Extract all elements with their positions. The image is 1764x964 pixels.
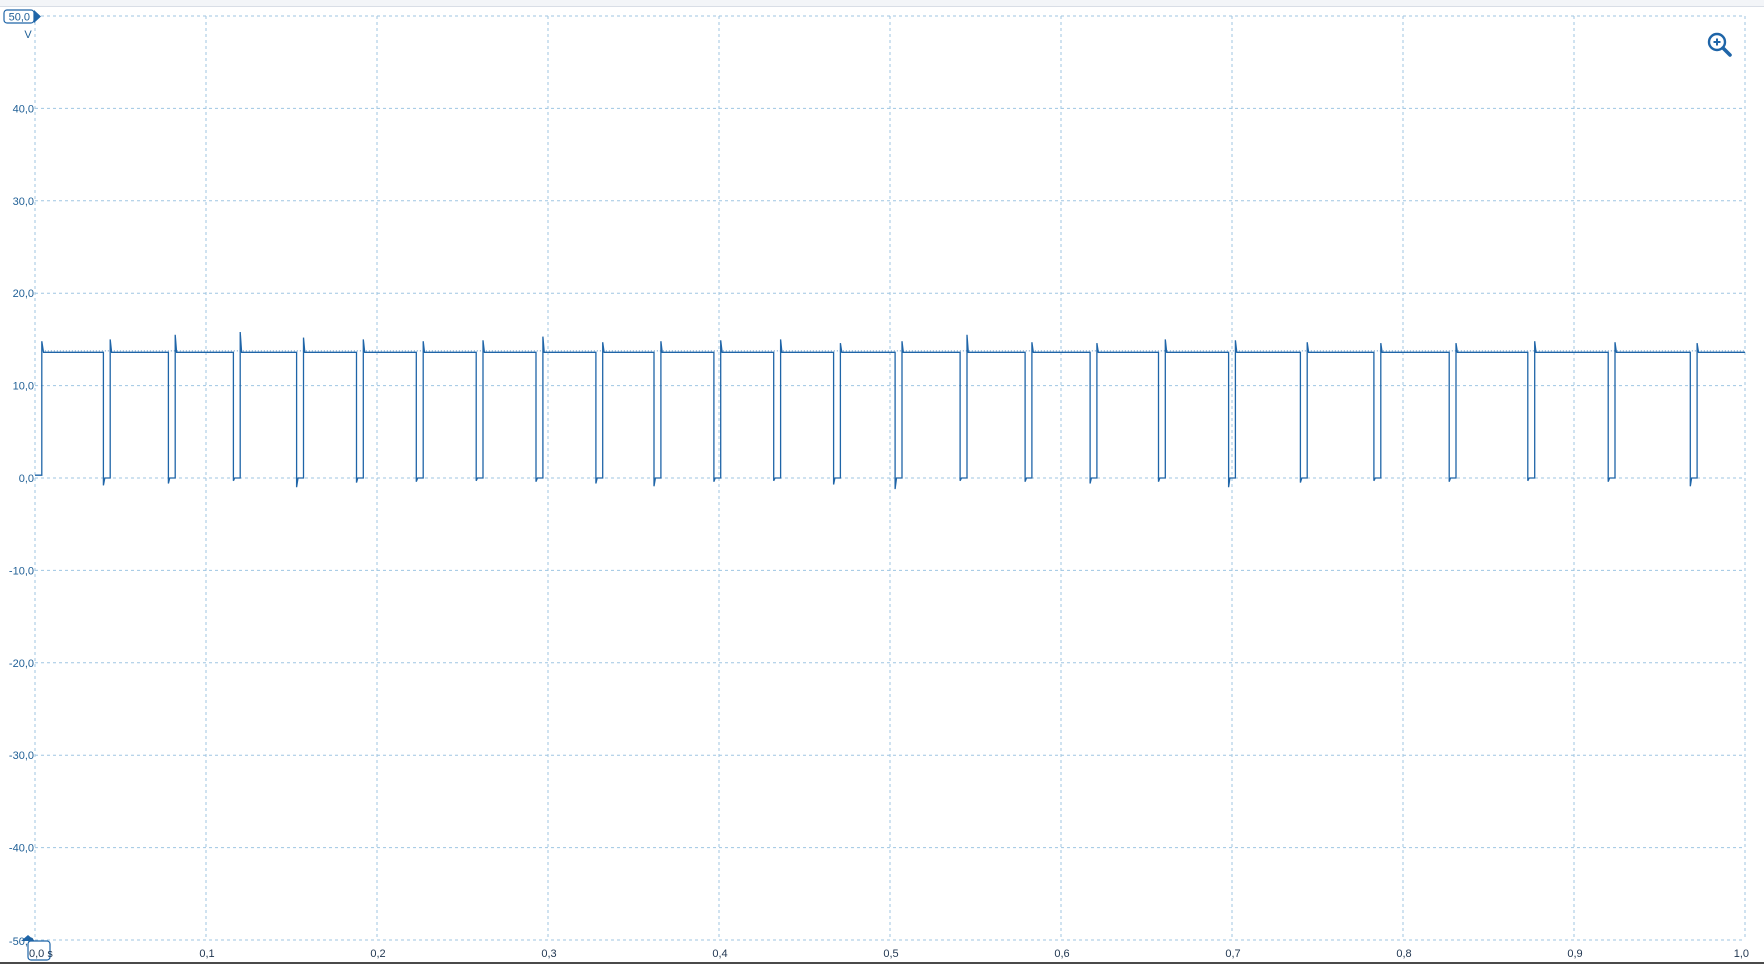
- y-tick-label: 0,0: [19, 473, 34, 485]
- y-tick-label: 20,0: [13, 288, 34, 300]
- y-max-marker-label: 50,0: [9, 12, 30, 24]
- grid: [34, 15, 1746, 941]
- y-tick-label: 30,0: [13, 196, 34, 208]
- axis-labels: 40,0 30,0 20,0 10,0 0,0 -10,0 -20,0 -30,0 -40,0 0…: [9, 103, 1749, 960]
- trace-layer: [35, 331, 1745, 490]
- y-tick-label: -30,0: [9, 750, 34, 762]
- y-unit-label: V: [24, 29, 32, 41]
- voltage-trace: [35, 331, 1745, 490]
- x-tick-label: 1,0: [1734, 948, 1749, 960]
- zoom-in-icon[interactable]: [1707, 32, 1732, 57]
- y-tick-label: -40,0: [9, 843, 34, 855]
- x-tick-label: 0,8: [1396, 948, 1411, 960]
- y-tick-label: -20,0: [9, 658, 34, 670]
- x-tick-label: 0,3: [541, 948, 556, 960]
- oscilloscope-chart[interactable]: 40,0 30,0 20,0 10,0 0,0 -10,0 -20,0 -30,0 -40,0 0…: [0, 0, 1764, 964]
- y-tick-label: 10,0: [13, 381, 34, 393]
- y-tick-label: -10,0: [9, 565, 34, 577]
- x-tick-label: 0,9: [1567, 948, 1582, 960]
- x-tick-label: 0,4: [712, 948, 727, 960]
- x-tick-label: 0,5: [883, 948, 898, 960]
- x-tick-label: 0,6: [1054, 948, 1069, 960]
- x-unit-label: 0,0 s: [29, 948, 53, 960]
- x-origin-marker[interactable]: 0,0 s: [27, 940, 53, 961]
- x-tick-label: 0,1: [199, 948, 214, 960]
- x-tick-label: 0,2: [370, 948, 385, 960]
- x-tick-label: 0,7: [1225, 948, 1240, 960]
- y-max-marker[interactable]: 50,0: [3, 9, 41, 24]
- y-tick-label: 40,0: [13, 103, 34, 115]
